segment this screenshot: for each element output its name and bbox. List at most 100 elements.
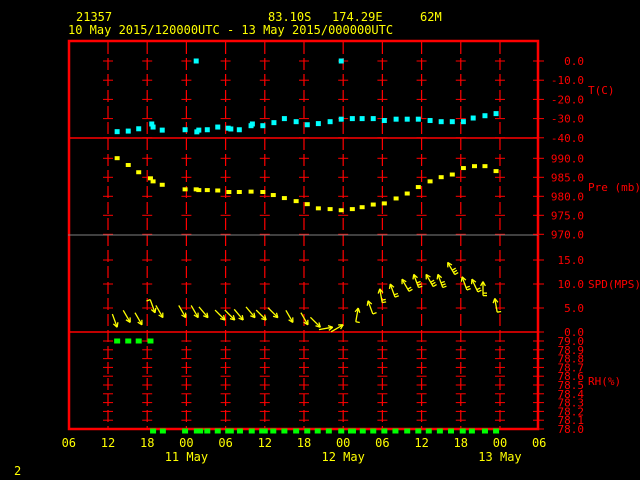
- temperature-point: [381, 118, 387, 124]
- x-tick-label: 18: [454, 436, 468, 450]
- wind-arrow: [447, 261, 459, 276]
- temperature-point: [427, 118, 433, 124]
- rh-point: [150, 428, 157, 434]
- pressure-point: [125, 163, 131, 168]
- plot-area: 0.0 -10.0 -20.0 -30.0 -40.0 T(C) 990.0 985.0 980…: [62, 39, 640, 464]
- pressure-point: [415, 185, 421, 190]
- rh-point: [248, 428, 255, 434]
- pressure-point: [293, 199, 299, 204]
- temperature-point: [228, 126, 234, 132]
- rh-point: [261, 428, 268, 434]
- temperature-point: [204, 127, 210, 133]
- meteogram: 21357 83.10S 174.29E 62M 10 May 2015/120…: [0, 0, 640, 480]
- temperature-point: [182, 127, 188, 133]
- temperature-point: [327, 119, 333, 125]
- wind-arrow: [480, 281, 487, 297]
- temperature-point: [393, 116, 399, 122]
- pressure-point: [204, 188, 210, 193]
- pressure-point: [327, 207, 333, 212]
- pressure-point: [482, 164, 488, 169]
- temperature-point: [338, 116, 344, 122]
- pressure-point: [114, 156, 120, 161]
- rh-point: [304, 428, 311, 434]
- pressure-point: [182, 187, 188, 192]
- temperature-point: [404, 116, 410, 122]
- x-date-label: 13 May: [478, 450, 521, 464]
- rh-point: [197, 428, 204, 434]
- wind-arrow: [366, 300, 377, 315]
- pressure-point: [381, 201, 387, 206]
- rh-point: [281, 428, 288, 434]
- temperature-point: [304, 122, 310, 128]
- rh-point: [236, 428, 243, 434]
- temperature-point: [114, 129, 120, 135]
- wind-arrow: [178, 305, 187, 319]
- wind-arrow: [354, 307, 361, 324]
- x-tick-label: 12: [101, 436, 115, 450]
- wind-arrow: [330, 324, 344, 333]
- wind-arrow: [412, 273, 423, 289]
- x-tick-label: 12: [258, 436, 272, 450]
- x-tick-label: 06: [375, 436, 389, 450]
- rh-point: [159, 428, 166, 434]
- wind-arrow: [233, 308, 244, 321]
- pressure-point: [427, 179, 433, 184]
- rh-point: [436, 428, 443, 434]
- x-tick-label: 00: [336, 436, 350, 450]
- x-date-label: 12 May: [322, 450, 365, 464]
- rh-point: [381, 428, 388, 434]
- wind-arrow: [111, 313, 119, 328]
- pressure-point: [370, 202, 376, 207]
- pressure-point: [270, 193, 276, 198]
- temperature-point: [125, 128, 131, 134]
- wind-arrow: [401, 278, 413, 292]
- pressure-point: [393, 196, 399, 201]
- pressure-point: [449, 172, 455, 177]
- pressure-point: [159, 182, 165, 187]
- pressure-point: [281, 196, 287, 201]
- temperature-point: [260, 123, 266, 129]
- pressure-point: [404, 191, 410, 196]
- x-tick-label: 18: [140, 436, 154, 450]
- y-tick-label: 990.0: [551, 152, 584, 165]
- temperature-point: [438, 119, 444, 125]
- rh-point: [114, 338, 121, 344]
- wind-arrow: [155, 305, 164, 319]
- temperature-point: [415, 116, 421, 122]
- rh-point: [204, 428, 211, 434]
- rh-point: [425, 428, 432, 434]
- temperature-point: [370, 116, 376, 122]
- temperature-point: [236, 127, 242, 133]
- wind-arrow: [198, 306, 209, 319]
- y-tick-label: 10.0: [558, 278, 585, 291]
- wind-arrow: [425, 273, 437, 288]
- temperature-point: [482, 113, 488, 119]
- pressure-point: [226, 190, 232, 194]
- wind-arrow: [245, 306, 256, 319]
- pressure-point: [248, 189, 254, 194]
- y-tick-label: 0.0: [564, 55, 584, 68]
- rh-point: [125, 338, 132, 344]
- wind-arrow: [388, 283, 399, 298]
- rh-point: [314, 428, 321, 434]
- rh-point: [415, 428, 422, 434]
- rh-point: [370, 428, 377, 434]
- y-tick-label: -40.0: [551, 132, 584, 145]
- temperature-point: [315, 121, 321, 127]
- temperature-point: [460, 119, 466, 125]
- temperature-point: [449, 119, 455, 125]
- pressure-point: [304, 202, 310, 207]
- pressure-point: [150, 179, 156, 184]
- x-tick-label: 00: [493, 436, 507, 450]
- pressure-point: [315, 206, 321, 211]
- rh-point: [468, 428, 475, 434]
- temperature-point: [493, 111, 499, 117]
- pressure-point: [438, 175, 444, 180]
- rh-point: [459, 428, 466, 434]
- temperature-point: [338, 58, 344, 64]
- temperature-point: [271, 120, 277, 126]
- wind-arrow: [436, 273, 447, 289]
- pressure-point: [460, 166, 466, 171]
- x-tick-label: 06: [532, 436, 546, 450]
- wind-arrow: [267, 307, 279, 319]
